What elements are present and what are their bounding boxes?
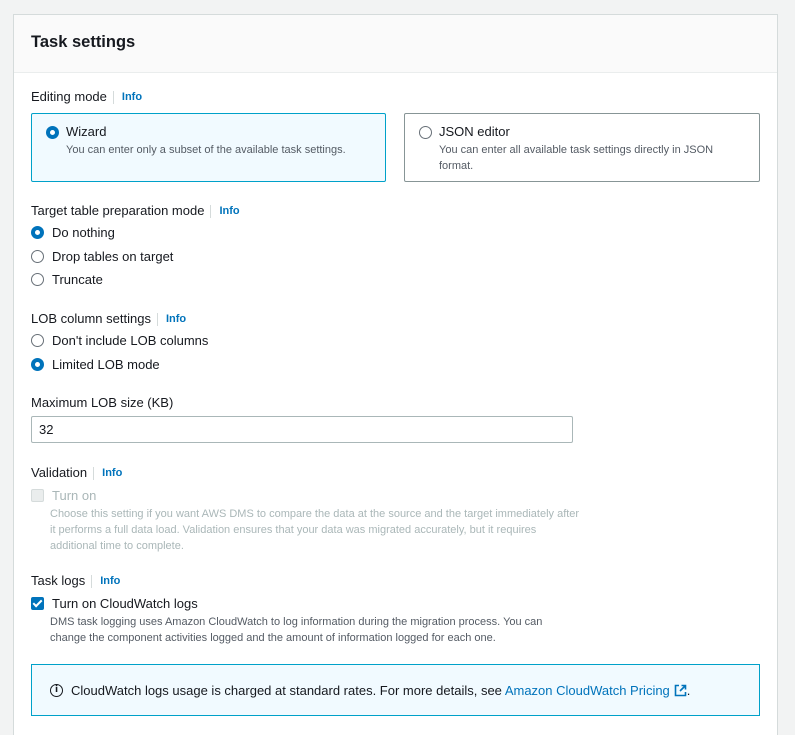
editing-mode-info-link[interactable]: Info [112,91,142,104]
do-nothing-radio[interactable] [31,226,44,239]
lob-info-link[interactable]: Info [156,313,186,326]
validation-heading: Validation Info [31,465,122,480]
alert-message: CloudWatch logs usage is charged at stan… [71,682,505,698]
cloudwatch-pricing-link[interactable]: Amazon CloudWatch Pricing [505,683,687,698]
limited-lob-label: Limited LOB mode [52,357,160,372]
cloudwatch-pricing-alert: i CloudWatch logs usage is charged at st… [31,664,760,716]
target-prep-info-link[interactable]: Info [210,205,240,218]
wizard-description: You can enter only a subset of the avail… [66,144,346,156]
truncate-label: Truncate [52,272,103,287]
json-editor-description: You can enter all available task setting… [439,144,714,172]
wizard-radio[interactable] [46,126,59,139]
cloudwatch-logs-checkbox[interactable] [31,597,44,610]
wizard-title: Wizard [66,124,107,139]
do-nothing-label: Do nothing [52,225,115,240]
validation-info-link[interactable]: Info [93,467,122,480]
max-lob-label: Maximum LOB size (KB) [31,395,174,410]
panel-title: Task settings [31,33,136,51]
lob-heading: LOB column settings Info [31,311,186,326]
cloudwatch-pricing-link-text: Amazon CloudWatch Pricing [504,682,670,698]
target-prep-option-drop-tables[interactable]: Drop tables on target [31,249,173,264]
dont-include-lob-label: Don't include LOB columns [52,333,209,348]
lob-option-limited[interactable]: Limited LOB mode [31,357,160,372]
lob-option-dont-include[interactable]: Don't include LOB columns [31,333,208,348]
editing-mode-label: Editing mode [31,89,107,104]
wizard-tile[interactable]: Wizard You can enter only a subset of th… [31,113,386,182]
drop-tables-radio[interactable] [31,250,44,263]
drop-tables-label: Drop tables on target [52,249,174,264]
validation-turn-on: Turn on [31,488,96,503]
json-editor-radio[interactable] [419,126,432,139]
cloudwatch-logs-label: Turn on CloudWatch logs [52,596,198,611]
lob-label: LOB column settings [31,311,151,326]
cloudwatch-logs-option[interactable]: Turn on CloudWatch logs [31,596,198,611]
task-logs-label: Task logs [31,573,86,588]
task-logs-heading: Task logs Info [31,573,120,588]
alert-text: CloudWatch logs usage is charged at stan… [71,683,690,698]
target-prep-option-truncate[interactable]: Truncate [31,272,103,287]
max-lob-input[interactable] [31,416,573,443]
target-prep-option-do-nothing[interactable]: Do nothing [31,225,115,240]
json-editor-title: JSON editor [439,124,510,139]
external-link-icon [674,684,687,696]
task-logs-description: DMS task logging uses Amazon CloudWatch … [50,616,543,644]
validation-label: Validation [31,465,88,480]
target-prep-heading: Target table preparation mode Info [31,203,240,218]
validation-checkbox [31,489,44,502]
info-circle-icon: i [50,683,63,697]
panel-header: Task settings [14,15,777,73]
validation-checkbox-label: Turn on [52,488,97,503]
alert-suffix: . [686,682,691,698]
json-editor-tile[interactable]: JSON editor You can enter all available … [404,113,760,182]
limited-lob-radio[interactable] [31,358,44,371]
task-logs-info-link[interactable]: Info [91,575,120,588]
truncate-radio[interactable] [31,273,44,286]
editing-mode-heading: Editing mode Info [31,89,142,104]
dont-include-lob-radio[interactable] [31,334,44,347]
target-prep-label: Target table preparation mode [31,203,205,218]
validation-description: Choose this setting if you want AWS DMS … [50,508,580,552]
